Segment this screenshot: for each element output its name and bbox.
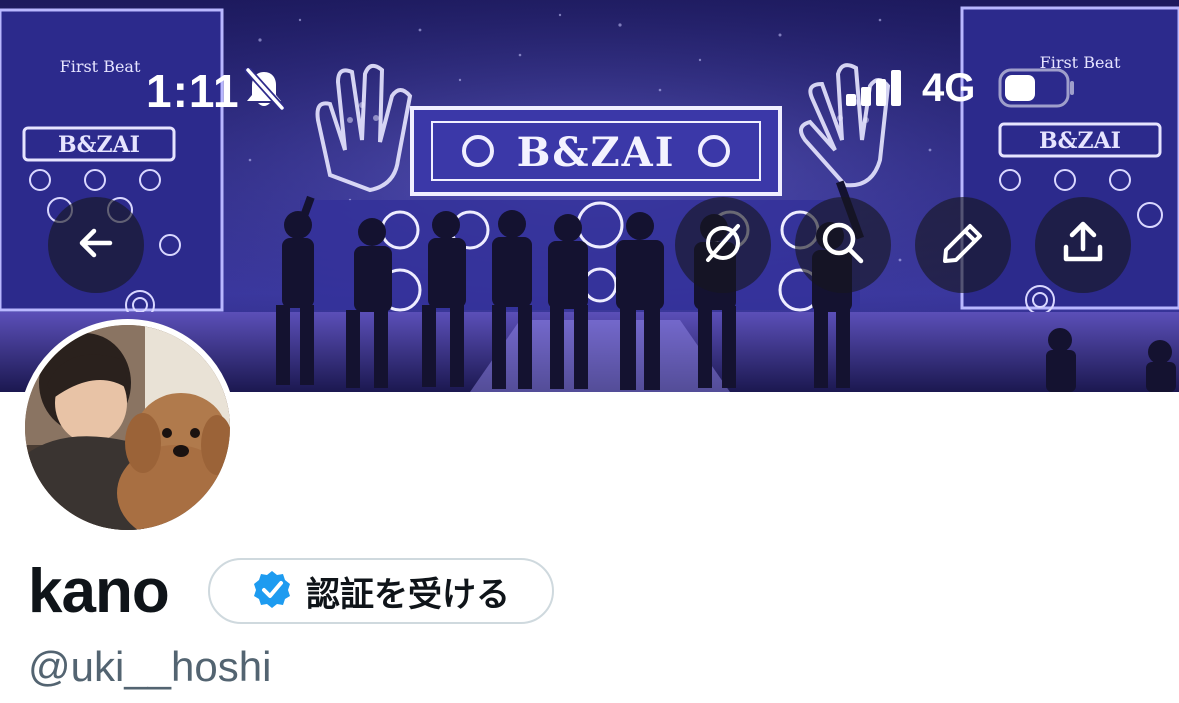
svg-text:First Beat: First Beat xyxy=(60,57,141,76)
status-time: 1:11 xyxy=(146,65,240,117)
profile-screen: B&ZAI First Beat B&ZAI First Beat B&ZAI … xyxy=(0,0,1179,703)
display-name: kano xyxy=(28,557,170,626)
signal-bars-icon xyxy=(846,70,904,111)
search-icon xyxy=(819,219,867,272)
search-button[interactable] xyxy=(795,197,891,293)
back-button[interactable] xyxy=(48,197,144,293)
share-icon xyxy=(1059,219,1107,272)
back-arrow-icon xyxy=(74,221,118,270)
user-handle: @uki__hoshi xyxy=(28,643,272,690)
share-button[interactable] xyxy=(1035,197,1131,293)
svg-text:B&ZAI: B&ZAI xyxy=(517,129,676,176)
svg-text:B&ZAI: B&ZAI xyxy=(58,132,140,158)
avatar[interactable] xyxy=(19,319,236,536)
network-type: 4G xyxy=(922,66,976,110)
translate-off-icon xyxy=(700,220,746,271)
bell-slash-icon xyxy=(242,66,286,115)
edit-pencil-icon xyxy=(940,220,986,271)
verified-badge-icon xyxy=(252,569,292,614)
svg-text:B&ZAI: B&ZAI xyxy=(1039,128,1121,154)
get-verified-button[interactable]: 認証を受ける xyxy=(208,558,554,624)
avatar-photo xyxy=(25,325,230,530)
edit-button[interactable] xyxy=(915,197,1011,293)
translate-off-button[interactable] xyxy=(675,197,771,293)
battery-icon xyxy=(998,68,1076,113)
get-verified-label: 認証を受ける xyxy=(306,574,510,615)
